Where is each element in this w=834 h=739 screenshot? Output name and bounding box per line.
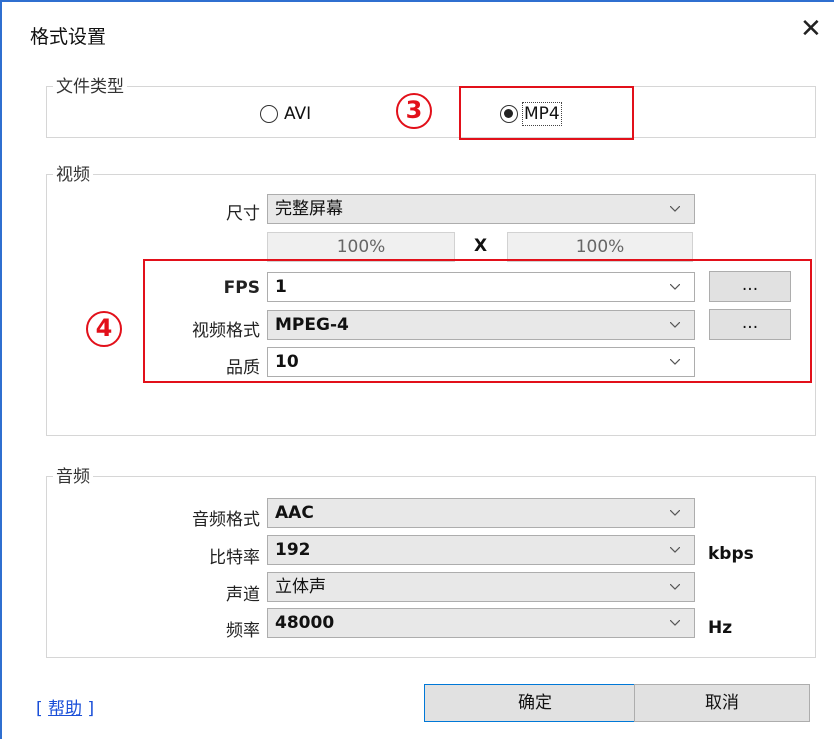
- radio-avi-label: AVI: [284, 104, 312, 124]
- chevron-down-icon: [670, 206, 680, 212]
- chevron-down-icon: [670, 584, 680, 590]
- help-link[interactable]: [ 帮助 ]: [36, 694, 94, 719]
- bitrate-select[interactable]: 192: [267, 535, 695, 565]
- chevron-down-icon: [670, 547, 680, 553]
- step-3-marker: 3: [396, 93, 432, 129]
- frequency-select[interactable]: 48000: [267, 608, 695, 638]
- help-open-bracket: [: [36, 699, 43, 719]
- bitrate-value: 192: [275, 540, 311, 560]
- audio-format-select[interactable]: AAC: [267, 498, 695, 528]
- channel-label: 声道: [226, 585, 260, 605]
- mp4-highlight-box: [459, 86, 634, 140]
- radio-circle-icon: [260, 105, 278, 123]
- dialog-title: 格式设置: [30, 26, 107, 48]
- channel-select[interactable]: 立体声: [267, 572, 695, 602]
- video-group-label: 视频: [53, 160, 93, 185]
- cancel-button[interactable]: 取消: [634, 684, 810, 722]
- bitrate-label: 比特率: [209, 548, 260, 568]
- video-settings-highlight-box: [143, 259, 812, 383]
- format-settings-dialog: 格式设置 ✕ 文件类型 AVI MP4 视频 尺寸 完整屏幕 100% X 10…: [0, 0, 834, 739]
- step-4-marker: 4: [86, 311, 122, 347]
- size-label: 尺寸: [226, 204, 260, 224]
- audio-format-label: 音频格式: [192, 510, 260, 530]
- frequency-label: 频率: [226, 621, 260, 641]
- chevron-down-icon: [670, 620, 680, 626]
- help-link-label: 帮助: [48, 699, 83, 719]
- radio-avi[interactable]: AVI: [260, 104, 311, 124]
- times-sign: X: [474, 236, 488, 256]
- width-percent-field[interactable]: 100%: [267, 232, 455, 262]
- frequency-unit: Hz: [708, 618, 733, 638]
- size-select[interactable]: 完整屏幕: [267, 194, 695, 224]
- audio-format-value: AAC: [275, 503, 314, 523]
- height-percent-field[interactable]: 100%: [507, 232, 693, 262]
- ok-button[interactable]: 确定: [424, 684, 646, 722]
- file-type-group-label: 文件类型: [53, 72, 127, 97]
- channel-value: 立体声: [275, 577, 326, 597]
- frequency-value: 48000: [275, 613, 335, 633]
- audio-group-label: 音频: [53, 462, 93, 487]
- close-icon[interactable]: ✕: [800, 16, 822, 42]
- size-value: 完整屏幕: [275, 199, 343, 219]
- help-close-bracket: ]: [87, 699, 95, 719]
- bitrate-unit: kbps: [708, 544, 754, 564]
- chevron-down-icon: [670, 510, 680, 516]
